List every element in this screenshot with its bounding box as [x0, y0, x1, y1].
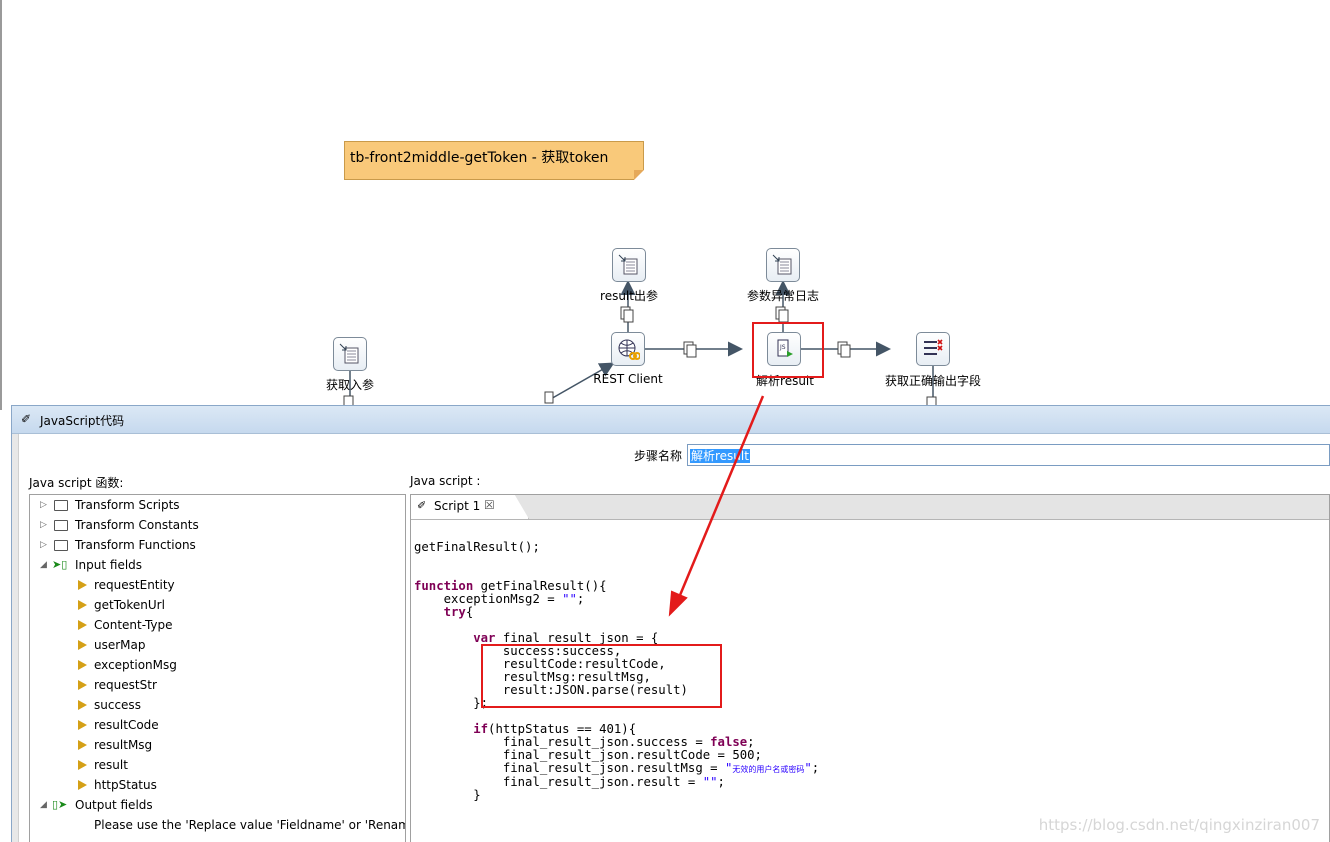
functions-label: Java script 函数: [29, 476, 124, 490]
select-values-icon[interactable] [916, 332, 950, 366]
expand-arrow-icon[interactable]: ▷ [40, 495, 50, 515]
dialog-titlebar[interactable]: ✐ JavaScript代码 [12, 406, 1330, 434]
field-triangle-icon [78, 780, 87, 790]
field-triangle-icon [78, 740, 87, 750]
tree-item-output-fields[interactable]: ◢ ▯➤ Output fields [30, 795, 400, 815]
tree-item-transform-scripts[interactable]: ▷ Transform Scripts [30, 495, 400, 515]
tree-field-item[interactable]: Content-Type [30, 615, 400, 635]
transformation-canvas[interactable]: tb-front2middle-getToken - 获取token resul… [0, 0, 1330, 410]
field-triangle-icon [78, 600, 87, 610]
folder-icon [54, 500, 68, 511]
output-table-icon[interactable] [766, 248, 800, 282]
folder-icon [54, 540, 68, 551]
tree-item-transform-functions[interactable]: ▷ Transform Functions [30, 535, 400, 555]
tree-output-hint: Please use the 'Replace value 'Fieldname… [94, 818, 405, 832]
tab-script-1[interactable]: ✐ Script 1 ☒ [411, 495, 529, 519]
script-label: Java script : [410, 474, 481, 488]
step-label-rest-client: REST Client [593, 372, 663, 386]
tree-field-item[interactable]: exceptionMsg [30, 655, 400, 675]
output-table-icon[interactable] [612, 248, 646, 282]
field-triangle-icon [78, 700, 87, 710]
field-triangle-icon [78, 640, 87, 650]
expand-arrow-icon[interactable]: ▷ [40, 515, 50, 535]
step-name-label: 步骤名称 [634, 449, 683, 463]
highlight-code-box [481, 644, 722, 708]
functions-tree[interactable]: ▷ Transform Scripts ▷ Transform Constant… [29, 494, 406, 842]
step-label-get-input: 获取入参 [325, 378, 375, 392]
field-triangle-icon [78, 760, 87, 770]
tree-field-item[interactable]: getTokenUrl [30, 595, 400, 615]
folder-icon [54, 520, 68, 531]
collapse-arrow-icon[interactable]: ◢ [40, 555, 50, 575]
script-icon: ✐ [21, 412, 32, 426]
tree-field-item[interactable]: requestEntity [30, 575, 400, 595]
hop-lines [343, 280, 937, 410]
tree-field-item[interactable]: success [30, 695, 400, 715]
rest-client-icon[interactable] [611, 332, 645, 366]
tab-label: Script 1 [434, 499, 481, 513]
highlight-step-box [752, 322, 824, 378]
input-table-icon[interactable] [333, 337, 367, 371]
script-icon: ✐ [417, 499, 427, 512]
tree-field-item[interactable]: resultMsg [30, 735, 400, 755]
close-icon[interactable]: ☒ [484, 498, 495, 512]
field-triangle-icon [78, 660, 87, 670]
step-name-input[interactable]: 解析result [687, 444, 1330, 466]
field-triangle-icon [78, 720, 87, 730]
field-triangle-icon [78, 620, 87, 630]
tree-field-item[interactable]: httpStatus [30, 775, 400, 795]
collapse-arrow-icon[interactable]: ◢ [40, 795, 50, 815]
watermark: https://blog.csdn.net/qingxinziran007 [1038, 816, 1320, 834]
input-fields-icon: ➤▯ [52, 558, 68, 571]
field-triangle-icon [78, 580, 87, 590]
tree-item-transform-constants[interactable]: ▷ Transform Constants [30, 515, 400, 535]
output-fields-icon: ▯➤ [52, 798, 68, 811]
field-triangle-icon [78, 680, 87, 690]
expand-arrow-icon[interactable]: ▷ [40, 535, 50, 555]
step-name-value: 解析result [690, 449, 750, 463]
javascript-dialog: ✐ JavaScript代码 步骤名称 解析result Java script… [11, 405, 1330, 842]
dialog-title: JavaScript代码 [40, 414, 125, 428]
tree-field-item[interactable]: requestStr [30, 675, 400, 695]
step-label-error-log: 参数异常日志 [746, 289, 820, 303]
tree-field-item[interactable]: userMap [30, 635, 400, 655]
script-tabs: ✐ Script 1 ☒ [411, 495, 1329, 520]
tree-item-input-fields[interactable]: ◢ ➤▯ Input fields [30, 555, 400, 575]
step-label-result-output: result出参 [600, 289, 658, 303]
tree-field-item[interactable]: resultCode [30, 715, 400, 735]
step-label-select-fields: 获取正确输出字段 [884, 374, 982, 388]
tree-field-item[interactable]: result [30, 755, 400, 775]
dialog-body: 步骤名称 解析result Java script 函数: Java scrip… [18, 434, 1330, 842]
